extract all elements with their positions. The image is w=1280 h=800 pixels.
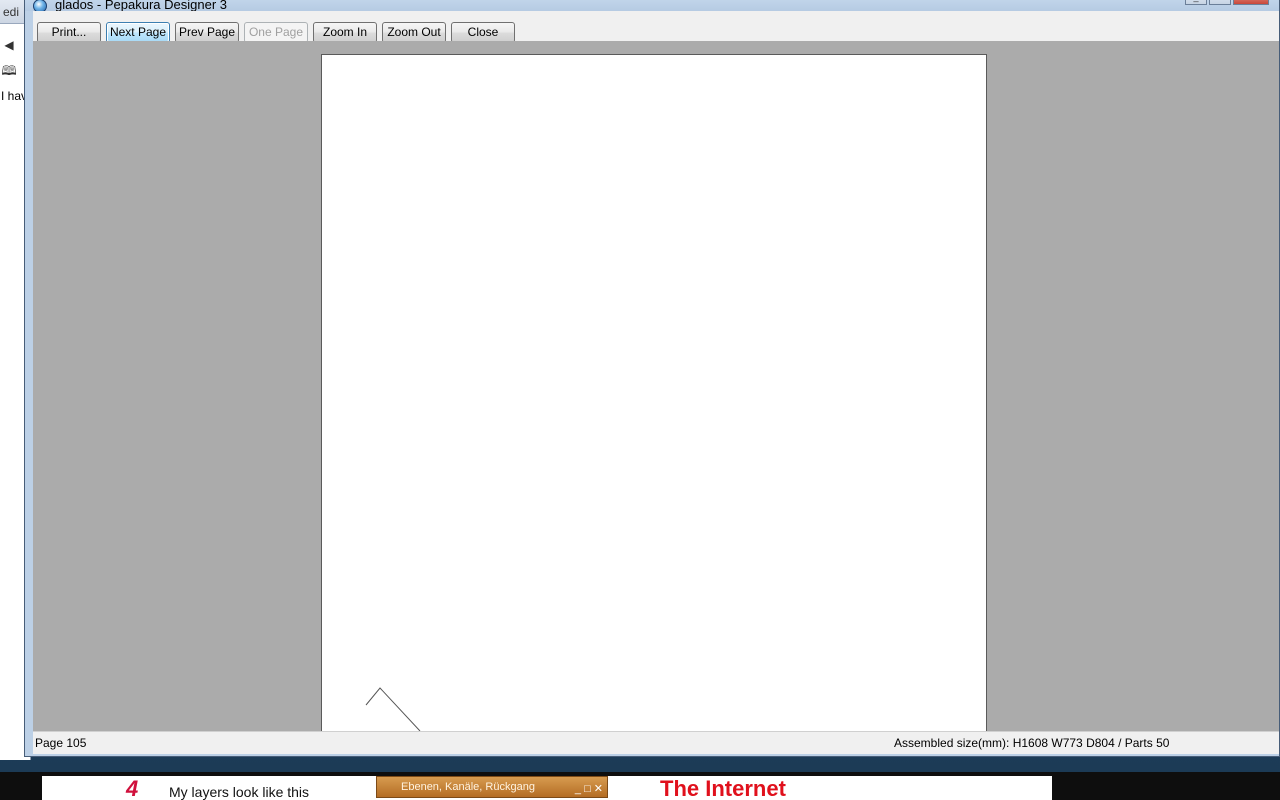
status-bar: Page 105 Assembled size(mm): H1608 W773 …: [33, 731, 1279, 754]
bookmark-icon[interactable]: 🕮: [0, 60, 18, 82]
internet-heading: The Internet: [660, 776, 786, 800]
assembled-size-status: Assembled size(mm): H1608 W773 D804 / Pa…: [894, 736, 1170, 750]
minimize-button[interactable]: _: [1185, 0, 1207, 5]
maximize-button[interactable]: □: [1209, 0, 1231, 5]
window-controls: _ □ ✕: [1185, 0, 1269, 5]
layers-panel-title: Ebenen, Kanäle, Rückgang: [401, 781, 535, 793]
one-page-button[interactable]: One Page: [244, 22, 308, 43]
layers-panel-thumbnail: Ebenen, Kanäle, Rückgang _ □ ✕: [376, 776, 608, 798]
zoom-out-button[interactable]: Zoom Out: [382, 22, 446, 43]
close-preview-button[interactable]: Close: [451, 22, 515, 43]
print-preview-area[interactable]: [33, 41, 1279, 731]
print-button[interactable]: Print...: [37, 22, 101, 43]
page-number-status: Page 105: [35, 736, 87, 750]
preview-page: [321, 54, 987, 731]
preview-toolbar: Print... Next Page Prev Page One Page Zo…: [33, 11, 1279, 43]
zoom-in-button[interactable]: Zoom In: [313, 22, 377, 43]
red-number-glyph: 4: [126, 776, 139, 800]
desktop: edi ◀ 🕮 I hav 4 My layers look like this…: [0, 0, 1280, 800]
title-bar[interactable]: glados - Pepakura Designer 3 _ □ ✕: [25, 0, 1279, 13]
layers-post-title[interactable]: My layers look like this: [169, 784, 309, 800]
close-window-button[interactable]: ✕: [1233, 0, 1269, 5]
next-page-button[interactable]: Next Page: [106, 22, 170, 43]
print-preview-window: glados - Pepakura Designer 3 _ □ ✕ Print…: [24, 0, 1280, 757]
layers-panel-controls: _ □ ✕: [574, 783, 603, 795]
background-web-page: 4 My layers look like this Ebenen, Kanäl…: [42, 776, 1052, 800]
prev-page-button[interactable]: Prev Page: [175, 22, 239, 43]
back-arrow-icon[interactable]: ◀: [0, 34, 18, 56]
page-part-outline: [365, 687, 421, 731]
part-edge-line: [365, 687, 421, 731]
